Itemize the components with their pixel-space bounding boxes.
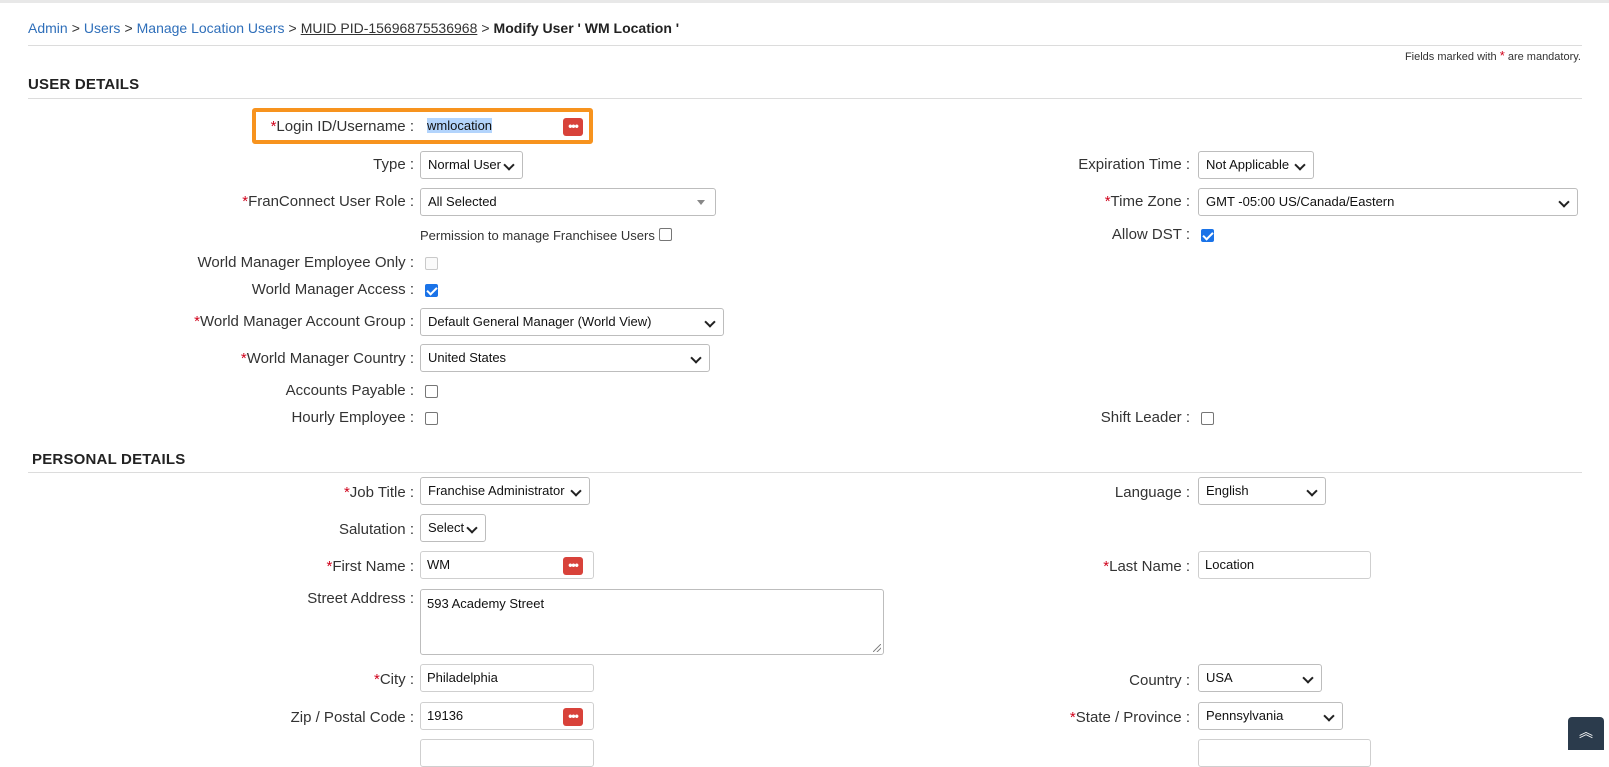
shift-leader-checkbox[interactable] bbox=[1201, 412, 1214, 425]
permission-label: Permission to manage Franchisee Users bbox=[420, 228, 655, 243]
mandatory-note: Fields marked with * are mandatory. bbox=[1405, 48, 1581, 63]
wm-country-select[interactable]: United States bbox=[420, 344, 710, 372]
breadcrumb-current: Modify User ' WM Location ' bbox=[493, 20, 680, 36]
allow-dst-label: Allow DST : bbox=[1111, 226, 1190, 243]
expiration-select[interactable]: Not Applicable bbox=[1198, 151, 1314, 179]
login-value: wmlocation bbox=[427, 118, 493, 133]
salutation-select[interactable]: Select bbox=[420, 514, 486, 542]
breadcrumb-admin[interactable]: Admin bbox=[28, 20, 68, 36]
city-label: *City : bbox=[374, 671, 414, 688]
personal-details-heading: PERSONAL DETAILS bbox=[32, 451, 186, 468]
expiration-label: Expiration Time : bbox=[1078, 156, 1190, 173]
job-title-label-text: Job Title : bbox=[349, 484, 414, 501]
salutation-label: Salutation : bbox=[338, 521, 414, 538]
role-multiselect[interactable]: All Selected bbox=[420, 188, 716, 216]
phone-input[interactable] bbox=[420, 739, 594, 767]
last-name-label-text: Last Name : bbox=[1109, 558, 1190, 575]
password-manager-icon[interactable]: ••• bbox=[563, 557, 583, 575]
login-label-text: Login ID/Username : bbox=[276, 118, 414, 135]
personal-details-divider bbox=[28, 472, 1582, 473]
street-address-textarea[interactable]: 593 Academy Street bbox=[420, 589, 884, 655]
last-name-label: *Last Name : bbox=[1103, 558, 1190, 575]
state-label-text: State / Province : bbox=[1075, 709, 1190, 726]
password-manager-icon[interactable]: ••• bbox=[563, 708, 583, 726]
state-select[interactable]: Pennsylvania bbox=[1198, 702, 1343, 730]
wm-country-label: *World Manager Country : bbox=[241, 350, 414, 367]
wm-group-select[interactable]: Default General Manager (World View) bbox=[420, 308, 724, 336]
street-address-value: 593 Academy Street bbox=[427, 596, 545, 611]
breadcrumb: Admin > Users > Manage Location Users > MUID P… bbox=[28, 20, 679, 36]
mandatory-note-suffix: are mandatory. bbox=[1507, 51, 1581, 63]
resize-grip-icon[interactable] bbox=[873, 644, 881, 652]
breadcrumb-muid[interactable]: MUID PID-15696875536968 bbox=[301, 20, 478, 36]
wm-access-checkbox[interactable] bbox=[425, 284, 438, 297]
hourly-employee-checkbox[interactable] bbox=[425, 412, 438, 425]
login-input[interactable]: wmlocation bbox=[420, 112, 586, 140]
role-label-text: FranConnect User Role : bbox=[248, 193, 414, 210]
user-details-divider bbox=[28, 98, 1582, 99]
next-row-input[interactable] bbox=[1198, 739, 1371, 767]
wm-group-label-text: World Manager Account Group : bbox=[200, 313, 414, 330]
first-name-label: *First Name : bbox=[326, 558, 414, 575]
job-title-select[interactable]: Franchise Administrator bbox=[420, 477, 590, 505]
timezone-label-text: Time Zone : bbox=[1110, 193, 1190, 210]
breadcrumb-separator: > bbox=[288, 20, 297, 36]
role-label: *FranConnect User Role : bbox=[242, 193, 414, 210]
timezone-select[interactable]: GMT -05:00 US/Canada/Eastern bbox=[1198, 188, 1578, 216]
language-label: Language : bbox=[1114, 484, 1190, 501]
breadcrumb-divider bbox=[28, 45, 1582, 46]
allow-dst-checkbox[interactable] bbox=[1201, 229, 1214, 242]
breadcrumb-separator: > bbox=[124, 20, 133, 36]
state-label: *State / Province : bbox=[1070, 709, 1190, 726]
language-select[interactable]: English bbox=[1198, 477, 1326, 505]
breadcrumb-separator: > bbox=[71, 20, 80, 36]
job-title-label: *Job Title : bbox=[344, 484, 414, 501]
type-label: Type : bbox=[373, 156, 414, 173]
breadcrumb-separator: > bbox=[481, 20, 490, 36]
city-input[interactable]: Philadelphia bbox=[420, 664, 594, 692]
login-label: *Login ID/Username : bbox=[271, 118, 414, 135]
accounts-payable-label: Accounts Payable : bbox=[285, 382, 414, 399]
hourly-employee-label: Hourly Employee : bbox=[291, 409, 414, 426]
shift-leader-label: Shift Leader : bbox=[1100, 409, 1190, 426]
last-name-input[interactable]: Location bbox=[1198, 551, 1371, 579]
wm-group-label: *World Manager Account Group : bbox=[194, 313, 414, 330]
double-chevron-up-icon[interactable]: ︽ bbox=[1568, 717, 1604, 750]
country-label: Country : bbox=[1129, 672, 1190, 689]
password-manager-icon[interactable]: ••• bbox=[563, 118, 583, 136]
wm-country-label-text: World Manager Country : bbox=[246, 350, 414, 367]
wm-access-label: World Manager Access : bbox=[251, 281, 414, 298]
timezone-label: *Time Zone : bbox=[1105, 193, 1190, 210]
breadcrumb-manage-location-users[interactable]: Manage Location Users bbox=[137, 20, 285, 36]
wm-employee-label: World Manager Employee Only : bbox=[197, 254, 414, 271]
country-select[interactable]: USA bbox=[1198, 664, 1322, 692]
first-name-label-text: First Name : bbox=[332, 558, 414, 575]
mandatory-note-prefix: Fields marked with bbox=[1404, 51, 1497, 63]
street-address-label: Street Address : bbox=[307, 590, 414, 607]
city-label-text: City : bbox=[379, 671, 414, 688]
breadcrumb-users[interactable]: Users bbox=[84, 20, 121, 36]
accounts-payable-checkbox[interactable] bbox=[425, 385, 438, 398]
permission-checkbox[interactable] bbox=[659, 228, 672, 241]
top-border bbox=[0, 0, 1609, 3]
zip-label: Zip / Postal Code : bbox=[290, 709, 414, 726]
type-select[interactable]: Normal User bbox=[420, 151, 523, 179]
wm-employee-checkbox bbox=[425, 257, 438, 270]
required-star: * bbox=[1499, 48, 1505, 63]
user-details-heading: USER DETAILS bbox=[28, 76, 140, 93]
